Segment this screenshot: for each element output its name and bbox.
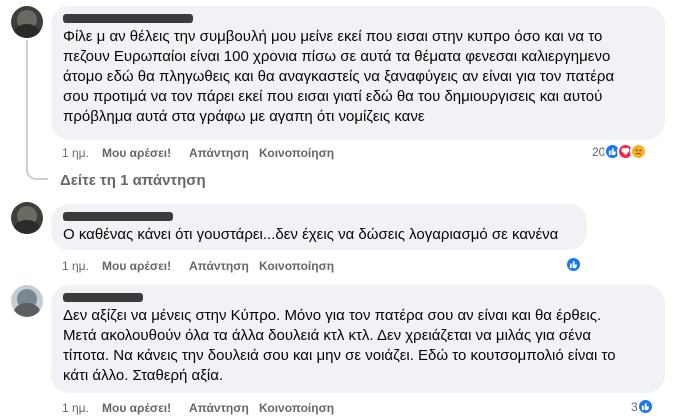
share-button[interactable]: Κοινοποίηση [259, 146, 334, 160]
like-icon [565, 256, 582, 273]
like-button[interactable]: Μου αρέσει! [102, 146, 189, 160]
redacted-author-name[interactable] [63, 293, 143, 302]
comment-text-line: Δεν αξίζει να μένεις στην Κύπρο. Μόνο γι… [63, 307, 602, 324]
comment-bubble: Δεν αξίζει να μένεις στην Κύπρο. Μόνο γι… [51, 285, 665, 393]
like-button[interactable]: Μου αρέσει! [102, 259, 189, 273]
reaction-summary[interactable] [565, 256, 582, 273]
reply-button[interactable]: Απάντηση [189, 401, 259, 415]
comment-text-line: πεζουν Ευρωπαίοι είναι 100 χρονια πίσω σ… [63, 48, 611, 65]
comment-actions: 1 ημ. Μου αρέσει! Απάντηση Κοινοποίηση [62, 259, 334, 273]
comment-text: Δεν αξίζει να μένεις στην Κύπρο. Μόνο γι… [63, 306, 653, 386]
reaction-summary[interactable]: 20 [592, 143, 648, 160]
comment-actions: 1 ημ. Μου αρέσει! Απάντηση Κοινοποίηση [62, 401, 334, 415]
share-button[interactable]: Κοινοποίηση [259, 401, 334, 415]
comment-text-line: σου προτιμά να τον πάρει εκεί που εισαι … [63, 88, 603, 105]
comment-time[interactable]: 1 ημ. [62, 146, 102, 160]
sad-icon [630, 143, 648, 160]
like-button[interactable]: Μου αρέσει! [102, 401, 189, 415]
comment-text-line: τίποτα. Να κάνεις την δουλειά σου και μη… [63, 347, 616, 364]
avatar[interactable] [11, 6, 43, 38]
see-replies-link[interactable]: Δείτε τη 1 απάντηση [60, 172, 206, 189]
comment-time[interactable]: 1 ημ. [62, 259, 102, 273]
comment-text: Ο καθένας κάνει ότι γουστάρει...δεν έχει… [63, 225, 575, 245]
reply-button[interactable]: Απάντηση [189, 259, 259, 273]
comment-text: Φίλε μ αν θέλεις την συμβουλή μου μείνε … [63, 27, 653, 127]
comment-text-line: κάτι άλλο. Σταθερή αξία. [63, 367, 224, 384]
comment-text-line: Μετά ακολουθούν όλα τα άλλα δουλειά κτλ … [63, 327, 592, 344]
comment-bubble: Ο καθένας κάνει ότι γουστάρει...δεν έχει… [51, 204, 587, 250]
avatar[interactable] [11, 285, 43, 317]
reaction-summary[interactable]: 3 [631, 398, 654, 415]
redacted-author-name[interactable] [63, 14, 193, 23]
comment-text-line: Φίλε μ αν θέλεις την συμβουλή μου μείνε … [63, 28, 603, 45]
redacted-author-name[interactable] [63, 212, 173, 221]
like-icon [636, 398, 654, 415]
comment-time[interactable]: 1 ημ. [62, 401, 102, 415]
comment-text-line: πρόβλημα αυτά στα γράφω με αγαπη ότι νομ… [63, 108, 425, 125]
reaction-count: 20 [592, 144, 606, 159]
comment-actions: 1 ημ. Μου αρέσει! Απάντηση Κοινοποίηση [62, 146, 334, 160]
avatar[interactable] [11, 202, 43, 234]
share-button[interactable]: Κοινοποίηση [259, 259, 334, 273]
thread-connector [26, 166, 48, 180]
comment-text-line: άτομο εδώ θα πληγωθεις και θα αναγκαστεί… [63, 68, 615, 85]
thread-line [26, 40, 28, 172]
reply-button[interactable]: Απάντηση [189, 146, 259, 160]
comment-bubble: Φίλε μ αν θέλεις την συμβουλή μου μείνε … [51, 6, 665, 140]
comment-text-line: Ο καθένας κάνει ότι γουστάρει...δεν έχει… [63, 226, 559, 243]
